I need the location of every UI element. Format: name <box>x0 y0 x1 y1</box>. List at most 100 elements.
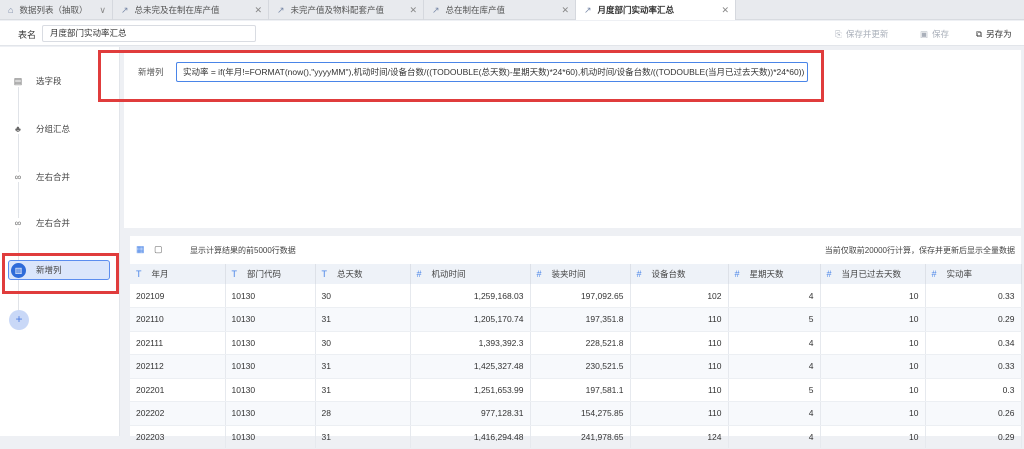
column-header-yearmonth[interactable]: T 年月 <box>130 264 226 284</box>
table-cell: 977,128.31 <box>410 401 531 426</box>
chevron-down-icon[interactable]: ∨ <box>99 5 106 16</box>
column-header-equipment-count[interactable]: # 设备台数 <box>630 264 729 284</box>
save-as-button[interactable]: ⧉ 另存为 <box>976 28 1012 40</box>
table-cell: 197,351.8 <box>530 307 631 332</box>
table-cell: 197,092.65 <box>530 284 631 308</box>
home-icon: ⌂ <box>8 5 14 15</box>
column-header-utilization-rate[interactable]: # 实动率 <box>925 264 1022 284</box>
column-header-clamp-time[interactable]: # 装夹时间 <box>530 264 631 284</box>
table-row[interactable]: 202202 10130 28 977,128.31 154,275.85 110 4 10 0… <box>130 401 1022 426</box>
table-cell: 1,259,168.03 <box>410 284 531 308</box>
number-type-icon: # <box>826 269 832 279</box>
table-cell: 10130 <box>225 331 316 355</box>
table-cell: 110 <box>630 307 729 332</box>
table-cell: 0.33 <box>925 354 1022 379</box>
table-cell: 124 <box>630 425 729 449</box>
table-row[interactable]: 202203 10130 31 1,416,294.48 241,978.65 124 4 1… <box>130 425 1022 449</box>
table-cell: 4 <box>728 425 821 449</box>
column-header-dept-code[interactable]: T 部门代码 <box>225 264 316 284</box>
table-cell: 202109 <box>130 284 226 308</box>
table-cell: 110 <box>630 331 729 355</box>
text-type-icon: T <box>136 269 142 279</box>
column-header-machine-time[interactable]: # 机动时间 <box>410 264 531 284</box>
table-cell: 31 <box>315 354 411 379</box>
preview-limit-text: 当前仅取前20000行计算，保存并更新后显示全量数据 <box>824 246 1015 255</box>
list-view-icon[interactable]: ▢ <box>154 244 163 255</box>
analysis-icon: ↗ <box>432 4 440 15</box>
step-select-fields[interactable]: ▤ 选字段 <box>10 71 110 91</box>
table-row[interactable]: 202110 10130 31 1,205,170.74 197,351.8 110 5 10… <box>130 307 1022 332</box>
table-cell: 202203 <box>130 425 226 449</box>
save-button[interactable]: ▣ 保存 <box>920 28 949 40</box>
table-cell: 10130 <box>225 425 316 449</box>
preview-info-text: 显示计算结果的前5000行数据 <box>190 246 296 255</box>
table-cell: 202202 <box>130 401 226 426</box>
table-cell: 241,978.65 <box>530 425 631 449</box>
column-header-total-days[interactable]: T 总天数 <box>315 264 411 284</box>
column-header-days-passed[interactable]: # 当月已过去天数 <box>820 264 926 284</box>
number-type-icon: # <box>734 269 740 279</box>
table-cell: 202201 <box>130 378 226 402</box>
table-cell: 10 <box>820 307 926 332</box>
table-cell: 0.29 <box>925 307 1022 332</box>
close-icon[interactable]: ✕ <box>409 5 417 16</box>
step-merge-2[interactable]: ∞ 左右合并 <box>10 213 110 233</box>
data-preview-header: ▦ ▢ 显示计算结果的前5000行数据 当前仅取前20000行计算，保存并更新后… <box>130 236 1021 261</box>
table-cell: 4 <box>728 331 821 355</box>
table-row[interactable]: 202201 10130 31 1,251,653.99 197,581.1 110 5 10… <box>130 378 1022 402</box>
table-cell: 0.34 <box>925 331 1022 355</box>
toolbar: 表名 月度部门实动率汇总 ⎘ 保存并更新 ▣ 保存 ⧉ 另存为 <box>0 21 1024 46</box>
table-cell: 4 <box>728 284 821 308</box>
data-preview-panel: ▦ ▢ 显示计算结果的前5000行数据 当前仅取前20000行计算，保存并更新后… <box>130 236 1022 449</box>
table-cell: 31 <box>315 425 411 449</box>
save-update-button[interactable]: ⎘ 保存并更新 <box>835 28 888 40</box>
field-select-icon: ▤ <box>10 75 26 87</box>
table-cell: 0.26 <box>925 401 1022 426</box>
number-type-icon: # <box>931 269 937 279</box>
group-summary-icon: ♣ <box>10 124 26 134</box>
formula-input[interactable]: 实动率 = if(年月!=FORMAT(now(),"yyyyMM"),机动时间… <box>176 62 808 82</box>
table-row[interactable]: 202111 10130 30 1,393,392.3 228,521.8 110 4 10 0… <box>130 331 1022 355</box>
tab-unfinished-material[interactable]: ↗ 未完产值及物料配套产值 ✕ <box>269 0 424 20</box>
save-update-icon: ⎘ <box>835 28 842 39</box>
close-icon[interactable]: ✕ <box>721 5 729 16</box>
table-row[interactable]: 202109 10130 30 1,259,168.03 197,092.65 102 4 1… <box>130 284 1022 308</box>
table-name-label: 表名 <box>18 30 37 40</box>
grid-view-icon[interactable]: ▦ <box>136 244 145 255</box>
table-cell: 30 <box>315 284 411 308</box>
close-icon[interactable]: ✕ <box>254 5 262 16</box>
tab-bar: ⌂ 数据列表（抽取） ∨ ↗ 总未完及在制在库产值 ✕ ↗ 未完产值及物料配套产… <box>0 0 1024 20</box>
merge-icon: ∞ <box>10 172 26 182</box>
table-row[interactable]: 202112 10130 31 1,425,327.48 230,521.5 110 4 10… <box>130 354 1022 379</box>
table-cell: 10 <box>820 354 926 379</box>
add-step-button[interactable]: + <box>9 310 29 330</box>
number-type-icon: # <box>416 269 422 279</box>
tab-total-wip[interactable]: ↗ 总在制在库产值 ✕ <box>424 0 576 20</box>
step-connector-line <box>18 77 19 317</box>
save-icon: ▣ <box>920 28 929 39</box>
table-cell: 1,251,653.99 <box>410 378 531 402</box>
tab-monthly-rate[interactable]: ↗ 月度部门实动率汇总 ✕ <box>576 0 736 20</box>
table-cell: 10130 <box>225 307 316 332</box>
table-cell: 5 <box>728 307 821 332</box>
step-group-summary[interactable]: ♣ 分组汇总 <box>10 119 110 139</box>
table-name-input[interactable]: 月度部门实动率汇总 <box>42 25 256 42</box>
table-cell: 10130 <box>225 354 316 379</box>
table-cell: 154,275.85 <box>530 401 631 426</box>
tab-total-unfinished[interactable]: ↗ 总未完及在制在库产值 ✕ <box>113 0 269 20</box>
tab-data-list[interactable]: ⌂ 数据列表（抽取） ∨ <box>0 0 113 20</box>
step-new-column[interactable]: ▥ 新增列 <box>8 260 110 280</box>
table-cell: 10130 <box>225 284 316 308</box>
close-icon[interactable]: ✕ <box>561 5 569 16</box>
analysis-icon: ↗ <box>584 4 592 15</box>
step-sidebar: ▤ 选字段 ♣ 分组汇总 ∞ 左右合并 ∞ 左右合并 ▥ 新增列 + <box>0 47 120 436</box>
table-cell: 0.29 <box>925 425 1022 449</box>
table-cell: 228,521.8 <box>530 331 631 355</box>
column-header-sunday-count[interactable]: # 星期天数 <box>728 264 821 284</box>
save-as-icon: ⧉ <box>976 28 983 39</box>
table-cell: 110 <box>630 401 729 426</box>
data-table: T 年月 T 部门代码 T 总天数 # 机动时间 # 装夹时间 # 设备台数 # 星期天数 #… <box>130 264 1022 449</box>
text-type-icon: T <box>321 269 328 279</box>
formula-editor-panel: 新增列 实动率 = if(年月!=FORMAT(now(),"yyyyMM"),… <box>124 50 1021 228</box>
step-merge-1[interactable]: ∞ 左右合并 <box>10 167 110 187</box>
